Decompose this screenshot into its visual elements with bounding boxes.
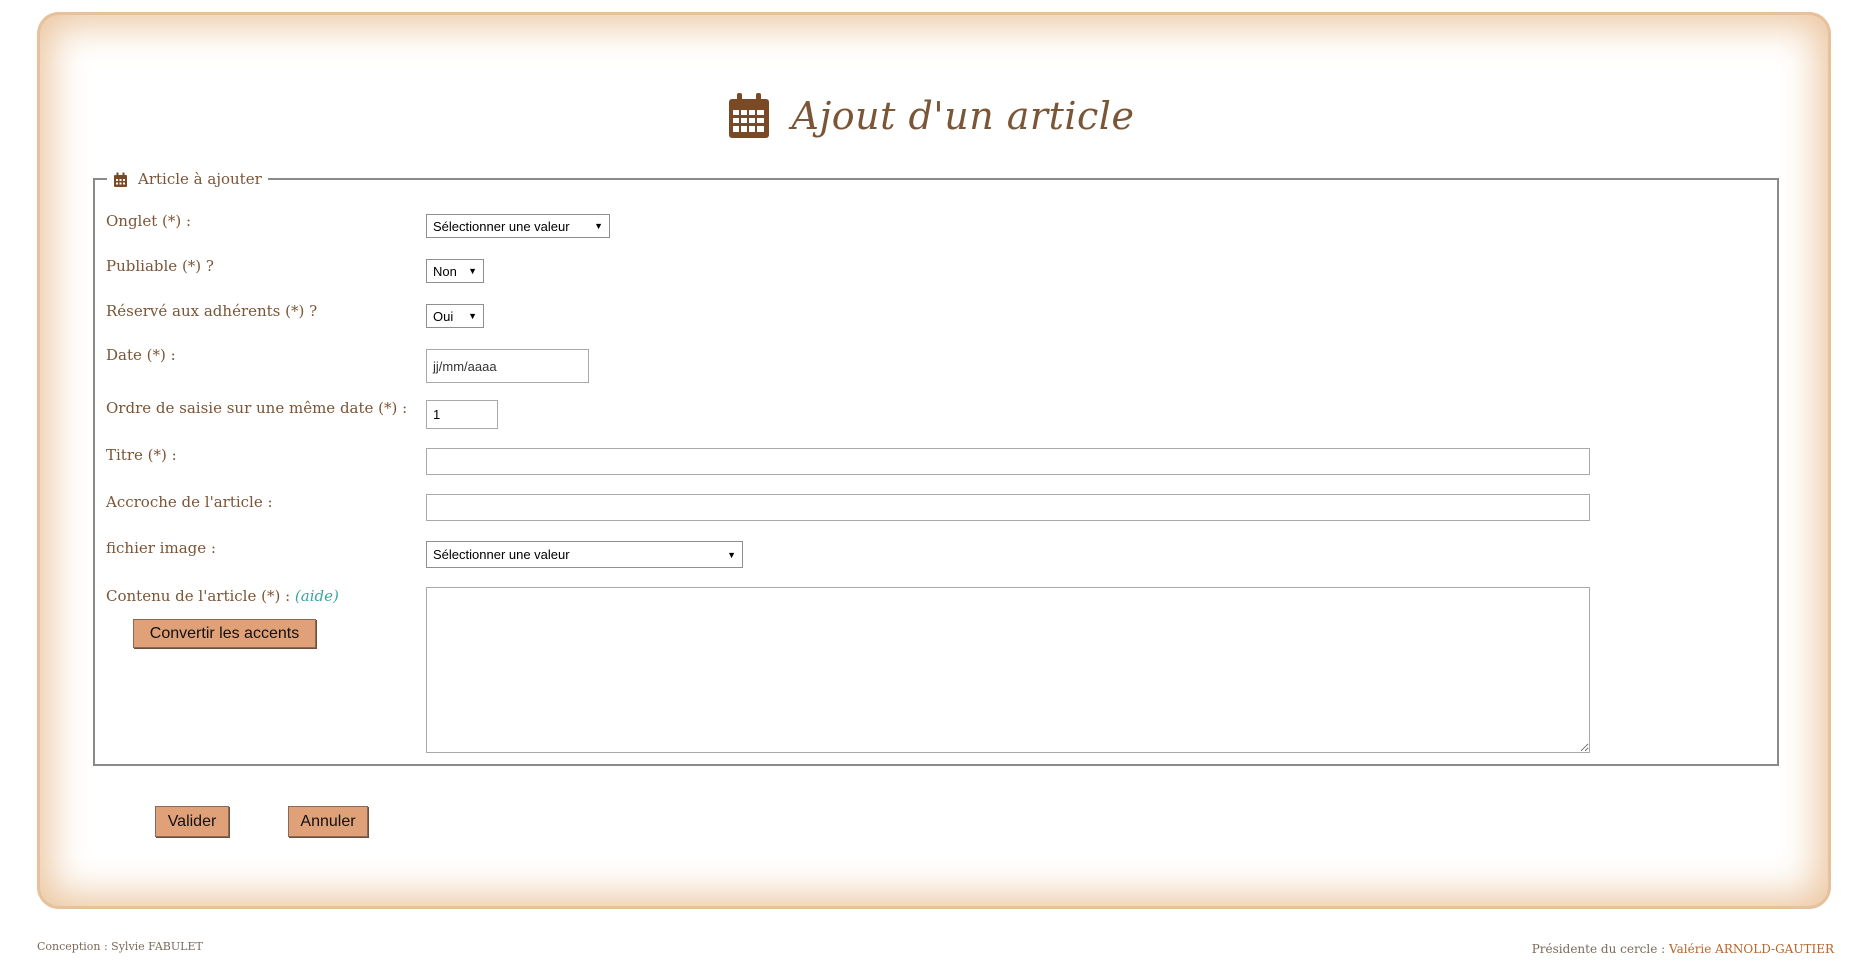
president-name: Valérie ARNOLD-GAUTIER [1669, 942, 1834, 956]
accroche-label: Accroche de l'article : [106, 493, 273, 511]
legend-label: Article à ajouter [138, 170, 262, 188]
fichier-image-select-value: Sélectionner une valeur [433, 547, 570, 562]
publiable-select-value: Non [433, 263, 457, 279]
fichier-image-select[interactable]: Sélectionner une valeur ▼ [426, 541, 743, 568]
calendar-icon [114, 172, 127, 187]
validate-button[interactable]: Valider [155, 806, 229, 837]
publiable-label: Publiable (*) ? [106, 257, 214, 275]
fichier-image-label: fichier image : [106, 539, 216, 557]
reserve-label: Réservé aux adhérents (*) ? [106, 302, 318, 320]
calendar-icon [728, 93, 769, 138]
titre-input[interactable] [426, 448, 1590, 475]
ordre-label: Ordre de saisie sur une même date (*) : [106, 399, 408, 417]
contenu-textarea[interactable] [426, 587, 1590, 753]
date-input[interactable]: jj/mm/aaaa [426, 349, 589, 383]
chevron-down-icon: ▼ [727, 549, 736, 560]
ordre-input[interactable]: 1 [426, 400, 498, 429]
footer-conception: Conception : Sylvie FABULET [37, 940, 203, 953]
contenu-label-text: Contenu de l'article (*) : [106, 587, 291, 605]
chevron-down-icon: ▼ [594, 221, 603, 231]
date-input-value: jj/mm/aaaa [433, 358, 497, 374]
titre-label: Titre (*) : [106, 446, 177, 464]
cancel-button[interactable]: Annuler [288, 806, 368, 837]
onglet-select[interactable]: Sélectionner une valeur ▼ [426, 214, 610, 238]
contenu-label: Contenu de l'article (*) : (aide) [106, 587, 339, 605]
convert-accents-button[interactable]: Convertir les accents [133, 619, 316, 648]
reserve-select[interactable]: Oui ▼ [426, 304, 484, 328]
chevron-down-icon: ▼ [468, 311, 477, 321]
page-title: Ajout d'un article [791, 94, 1135, 138]
onglet-label: Onglet (*) : [106, 212, 192, 230]
reserve-select-value: Oui [433, 308, 454, 324]
fieldset-legend: Article à ajouter [107, 170, 268, 188]
onglet-select-value: Sélectionner une valeur [433, 218, 570, 234]
footer-president: Présidente du cercle : Valérie ARNOLD-GA… [1532, 942, 1834, 956]
help-link[interactable]: (aide) [295, 587, 339, 605]
date-label: Date (*) : [106, 346, 176, 364]
accroche-input[interactable] [426, 494, 1590, 521]
ordre-input-value: 1 [433, 407, 441, 422]
publiable-select[interactable]: Non ▼ [426, 259, 484, 283]
page-heading: Ajout d'un article [0, 86, 1862, 146]
president-label: Présidente du cercle : [1531, 942, 1666, 956]
chevron-down-icon: ▼ [468, 266, 477, 276]
